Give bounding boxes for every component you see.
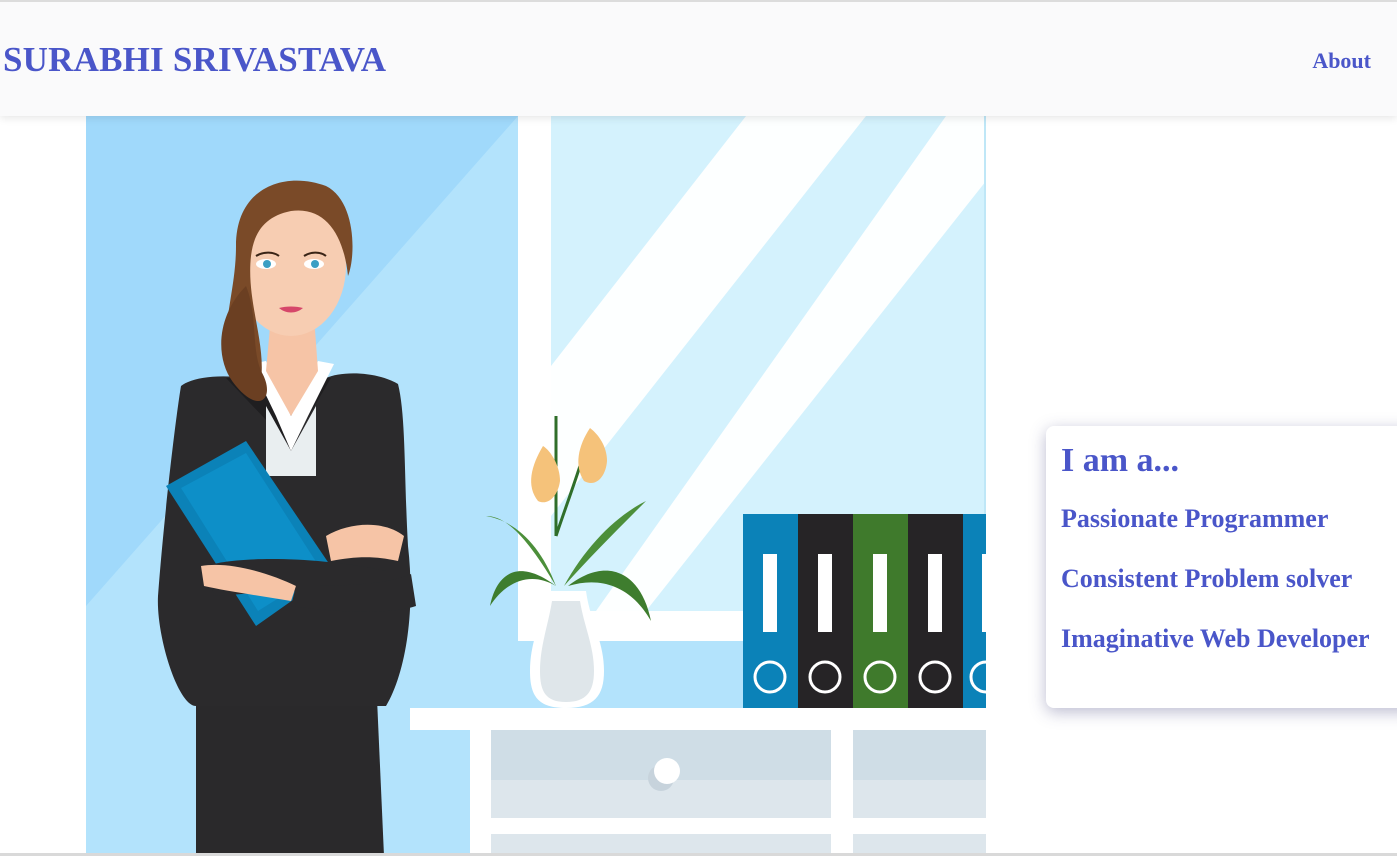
card-title: I am a... [1061,442,1180,479]
businesswoman-illustration [86,116,986,856]
role-item: Imaginative Web Developer [1061,624,1370,653]
brand-name[interactable]: SURABHI SRIVASTAVA [3,40,386,80]
role-item: Passionate Programmer [1061,504,1329,533]
hero-illustration [86,116,986,856]
page: SURABHI SRIVASTAVA About I am a... Passi… [0,0,1397,856]
navbar: SURABHI SRIVASTAVA About [0,0,1397,116]
intro-card: I am a... Passionate Programmer Consiste… [1046,426,1397,708]
nav-link-about[interactable]: About [1312,48,1371,74]
role-item: Consistent Problem solver [1061,564,1353,593]
